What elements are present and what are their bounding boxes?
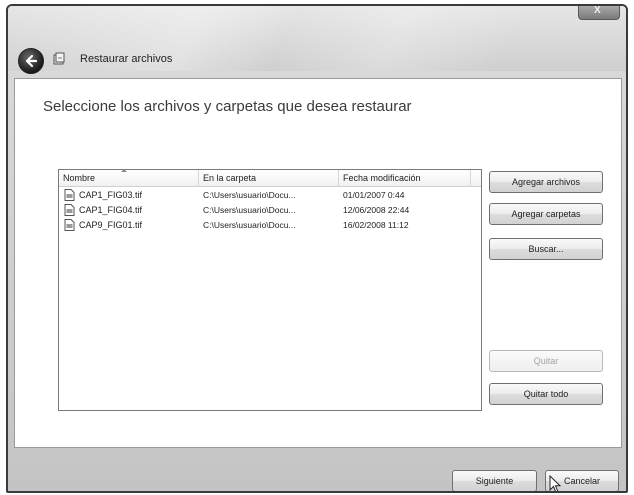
column-header-modified[interactable]: Fecha modificación (339, 170, 471, 186)
file-list[interactable]: Nombre En la carpeta Fecha modificación … (58, 169, 482, 411)
file-folder: C:\Users\usuario\Docu... (203, 220, 296, 230)
remove-button[interactable]: Quitar (489, 350, 603, 372)
file-folder: C:\Users\usuario\Docu... (203, 205, 296, 215)
close-icon: X (594, 5, 601, 16)
file-modified: 01/01/2007 0:44 (343, 190, 405, 200)
sort-ascending-icon (121, 169, 127, 172)
file-name: CAP1_FIG04.tif (79, 205, 143, 215)
restore-files-icon (53, 52, 65, 65)
title-bar: X Restaurar archivos (8, 6, 626, 74)
close-button[interactable]: X (578, 6, 620, 20)
add-files-button[interactable]: Agregar archivos (489, 171, 603, 193)
file-folder: C:\Users\usuario\Docu... (203, 190, 296, 200)
table-row[interactable]: CAP9_FIG01.tif C:\Users\usuario\Docu... … (59, 218, 479, 232)
column-header-name[interactable]: Nombre (59, 170, 199, 186)
file-name: CAP9_FIG01.tif (79, 220, 143, 230)
back-button[interactable] (18, 48, 44, 74)
search-button[interactable]: Buscar... (489, 238, 603, 260)
file-list-header: Nombre En la carpeta Fecha modificación (59, 169, 481, 187)
file-modified: 16/02/2008 11:12 (343, 220, 409, 230)
table-row[interactable]: CAP1_FIG04.tif C:\Users\usuario\Docu... … (59, 203, 479, 217)
restore-files-window: X Restaurar archivos Seleccione los arch… (6, 4, 628, 493)
table-row[interactable]: CAP1_FIG03.tif C:\Users\usuario\Docu... … (59, 188, 479, 202)
file-name: CAP1_FIG03.tif (79, 190, 143, 200)
tif-file-icon (64, 189, 75, 201)
tif-file-icon (64, 204, 75, 216)
add-folders-button[interactable]: Agregar carpetas (489, 203, 603, 225)
mouse-pointer-icon (549, 475, 562, 491)
page-heading: Seleccione los archivos y carpetas que d… (43, 98, 412, 115)
next-button[interactable]: Siguiente (452, 470, 537, 491)
column-header-folder[interactable]: En la carpeta (199, 170, 339, 186)
file-modified: 12/06/2008 22:44 (343, 205, 410, 215)
content-panel: Seleccione los archivos y carpetas que d… (14, 78, 622, 448)
tif-file-icon (64, 219, 75, 231)
back-arrow-icon (25, 54, 38, 68)
remove-all-button[interactable]: Quitar todo (489, 383, 603, 405)
window-title: Restaurar archivos (80, 53, 173, 65)
